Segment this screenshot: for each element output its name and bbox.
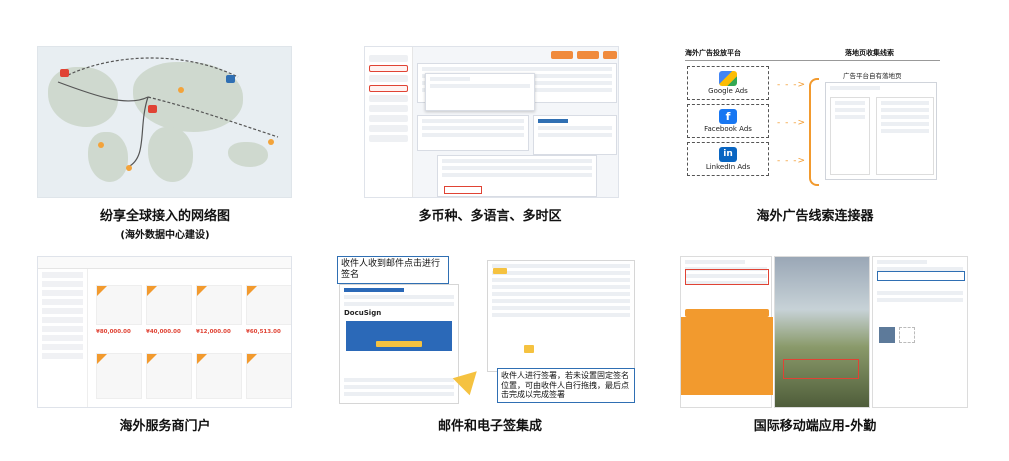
price-label: ¥12,000.00 xyxy=(196,329,231,335)
landing-page-preview xyxy=(825,82,937,180)
caption-mail: 邮件和电子签集成 xyxy=(437,419,542,434)
phone-screen-1 xyxy=(680,256,773,408)
google-ads-label: Google Ads xyxy=(708,87,748,95)
arrow-icon: - - -> xyxy=(777,156,807,166)
email-preview: DocuSign xyxy=(339,284,459,404)
facebook-ads-label: Facebook Ads xyxy=(704,125,752,133)
arrow-icon: - - -> xyxy=(777,118,807,128)
node-red xyxy=(60,69,69,77)
network-map-image xyxy=(37,46,292,198)
caption-multi: 多币种、多语言、多时区 xyxy=(418,209,562,224)
linkedin-icon: in xyxy=(719,147,737,162)
node-blue xyxy=(226,75,235,83)
email-esign-screenshot: DocuSign 收件人收到邮件点击进行签名 收件人进行签署，若未设置固定签名位… xyxy=(337,256,637,408)
caption-mobile: 国际移动端应用-外勤 xyxy=(753,419,877,434)
ads-right-header: 落地页收集线索 xyxy=(845,49,894,57)
mobile-app-screenshots xyxy=(680,256,970,408)
ads-connector-diagram: 海外广告投放平台 落地页收集线索 Google Ads f Facebook A… xyxy=(685,46,940,198)
price-label: ¥60,513.00 xyxy=(246,329,281,335)
caption-network: 纷享全球接入的网络图 (海外数据中心建设) xyxy=(15,205,315,241)
linkedin-ads-card: in LinkedIn Ads xyxy=(687,142,769,176)
service-portal-screenshot: ¥80,000.00 ¥40,000.00 ¥12,000.00 ¥60,513… xyxy=(37,256,292,408)
caption-network-sub: (海外数据中心建设) xyxy=(120,230,210,241)
multi-currency-screenshot xyxy=(364,46,619,198)
ads-sub-header: 广告平台自有落地页 xyxy=(843,72,902,80)
phone-screen-3 xyxy=(872,256,968,408)
google-ads-icon xyxy=(719,71,737,86)
linkedin-ads-label: LinkedIn Ads xyxy=(705,163,751,171)
arrow-icon: - - -> xyxy=(777,80,807,90)
price-label: ¥80,000.00 xyxy=(96,329,131,335)
google-ads-card: Google Ads xyxy=(687,66,769,100)
facebook-icon: f xyxy=(719,109,737,124)
note-top: 收件人收到邮件点击进行签名 xyxy=(337,256,449,284)
network-links xyxy=(57,57,279,168)
phone-screen-2 xyxy=(774,256,870,408)
facebook-ads-card: f Facebook Ads xyxy=(687,104,769,138)
ads-left-header: 海外广告投放平台 xyxy=(685,49,741,57)
sign-document xyxy=(487,260,635,372)
admin-sidebar xyxy=(365,47,413,197)
price-label: ¥40,000.00 xyxy=(146,329,181,335)
docusign-brand: DocuSign xyxy=(344,309,382,317)
node-red xyxy=(148,105,157,113)
caption-portal: 海外服务商门户 xyxy=(119,419,211,434)
caption-ads: 海外广告线索连接器 xyxy=(756,209,874,224)
note-bottom: 收件人进行签署，若未设置固定签名位置，可由收件人自行拖拽，最后点击完成以完成签署 xyxy=(497,368,635,403)
brace-shape xyxy=(809,78,819,186)
